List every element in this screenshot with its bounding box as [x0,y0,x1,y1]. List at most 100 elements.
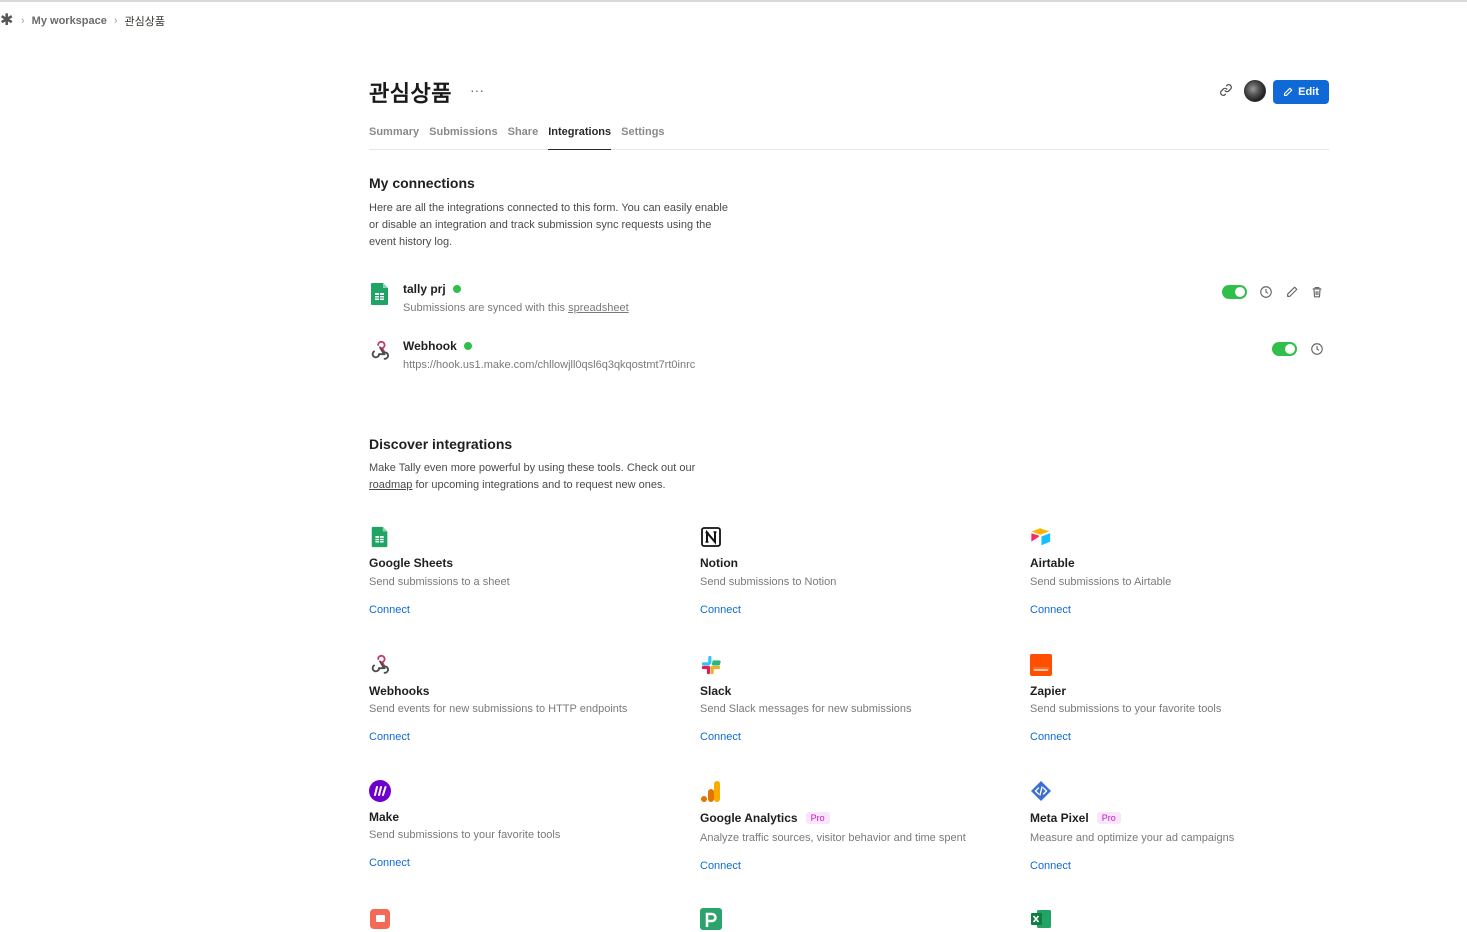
notion-icon [701,527,721,547]
integration-card-make: Make Send submissions to your favorite t… [369,780,669,880]
integration-name: Zapier [1030,684,1066,698]
my-connections-title: My connections [369,175,475,191]
trash-icon[interactable] [1310,285,1324,299]
spreadsheet-link[interactable]: spreadsheet [568,302,629,314]
integration-card-webhooks: Webhooks Send events for new submissions… [369,654,669,754]
tab-settings[interactable]: Settings [621,124,664,150]
integration-name-label: Google Sheets [369,556,454,570]
integration-description: Send submissions to your favorite tools [1030,703,1222,715]
integration-name-label: Zapier [1030,684,1067,698]
connection-name-label: Webhook [403,339,457,353]
integration-name-label: Slack [700,684,732,698]
tab-integrations[interactable]: Integrations [548,124,612,150]
meta-pixel-icon [1031,781,1051,801]
breadcrumb-workspace[interactable]: My workspace [32,15,107,27]
coda-icon [370,909,390,929]
webhook-icon [371,654,389,674]
integration-name: Slack [700,684,731,698]
edit-button-label: Edit [1298,86,1319,98]
status-dot [452,285,461,293]
integration-card-google-sheets: Google Sheets Send submissions to a shee… [369,526,669,626]
connect-link[interactable]: Connect [700,604,741,616]
pencil-icon [1284,87,1293,96]
link-icon[interactable] [1219,83,1233,97]
tally-logo-icon[interactable]: ✱ [0,13,14,29]
avatar[interactable] [1244,80,1266,102]
excel-icon [1031,910,1051,928]
integration-name-label: Make [369,810,400,824]
google-sheets-icon [371,526,388,548]
make-icon [369,780,391,802]
tab-share[interactable]: Share [508,124,539,150]
roadmap-link[interactable]: roadmap [369,479,412,491]
pipedream-icon [700,908,722,930]
pencil-icon[interactable] [1285,285,1299,299]
tab-summary[interactable]: Summary [369,124,419,150]
breadcrumb: ✱ › My workspace › 관심상품 [0,12,165,30]
pro-badge: Pro [1096,812,1121,824]
edit-button[interactable]: Edit [1273,80,1329,104]
integration-name: Meta Pixel Pro [1030,811,1121,825]
integration-card-meta-pixel: Meta Pixel Pro Measure and optimize your… [1030,780,1330,880]
my-connections-desc-line: or disable an integration and track subm… [369,219,712,231]
integration-description: Send submissions to Airtable [1030,576,1172,588]
airtable-icon [1031,528,1051,546]
integration-name: Google Sheets [369,556,453,570]
integration-description: Send submissions to a sheet [369,576,510,588]
integration-card-notion: Notion Send submissions to Notion Connec… [700,526,1000,626]
integration-card-google-analytics: Google Analytics Pro Analyze traffic sou… [700,780,1000,880]
integration-name: Notion [700,556,738,570]
tab-submissions[interactable]: Submissions [429,124,497,150]
connect-link[interactable]: Connect [1030,860,1071,872]
connection-row: Webhook https://hook.us1.make.com/chllow… [369,339,1329,379]
integration-card-slack: Slack Send Slack messages for new submis… [700,654,1000,754]
tab-bar: Summary Submissions Share Integrations S… [369,124,1329,150]
pro-badge: Pro [805,812,830,824]
discover-integrations-title: Discover integrations [369,436,513,452]
history-clock-icon[interactable] [1310,342,1324,356]
connect-link[interactable]: Connect [369,857,410,869]
integration-name-label: Airtable [1030,556,1075,570]
connect-link[interactable]: Connect [369,731,410,743]
connection-name: tally prj [403,282,461,296]
discover-description: Make Tally even more powerful by using t… [369,460,789,494]
slack-icon [701,655,721,675]
integration-description: Send events for new submissions to HTTP … [369,703,628,715]
connection-subtitle: Submissions are synced with this spreads… [403,302,629,314]
top-divider [0,0,1467,2]
connect-link[interactable]: Connect [700,731,741,743]
integration-description: Analyze traffic sources, visitor behavio… [700,832,966,844]
status-dot [463,342,472,350]
connection-toggle[interactable] [1222,285,1247,299]
connection-toggle[interactable] [1272,342,1297,356]
webhook-icon [371,340,389,360]
history-clock-icon[interactable] [1259,285,1273,299]
page-title: 관심상품 [369,81,452,106]
integration-name: Make [369,810,399,824]
page-header: 관심상품 ··· Edit [369,74,1329,108]
chevron-right-icon: › [21,15,25,27]
discover-desc-rest: for upcoming integrations and to request… [412,479,666,491]
my-connections-desc-line: event history log. [369,236,453,248]
integration-name: Webhooks [369,684,429,698]
my-connections-description: Here are all the integrations connected … [369,200,789,251]
integration-description: Measure and optimize your ad campaigns [1030,832,1235,844]
connect-link[interactable]: Connect [1030,731,1071,743]
connection-subtitle: https://hook.us1.make.com/chllowjll0qsl6… [403,359,696,371]
integration-name-label: Webhooks [369,684,430,698]
discover-desc-line: roadmap for upcoming integrations and to… [369,477,789,494]
chevron-right-icon: › [113,15,118,27]
more-options-button[interactable]: ··· [470,82,484,98]
connection-name-label: tally prj [403,282,446,296]
connect-link[interactable]: Connect [369,604,410,616]
breadcrumb-current: 관심상품 [124,16,166,28]
connect-link[interactable]: Connect [1030,604,1071,616]
integration-description: Send Slack messages for new submissions [700,703,912,715]
integration-name-label: Notion [700,556,738,570]
integration-name-label: Google Analytics [700,811,798,825]
integration-description: Send submissions to Notion [700,576,837,588]
connection-row: tally prj Submissions are synced with th… [369,282,1329,322]
connection-subtitle-text: Submissions are synced with this [403,302,569,314]
integration-description: Send submissions to your favorite tools [369,829,561,841]
connect-link[interactable]: Connect [700,860,741,872]
